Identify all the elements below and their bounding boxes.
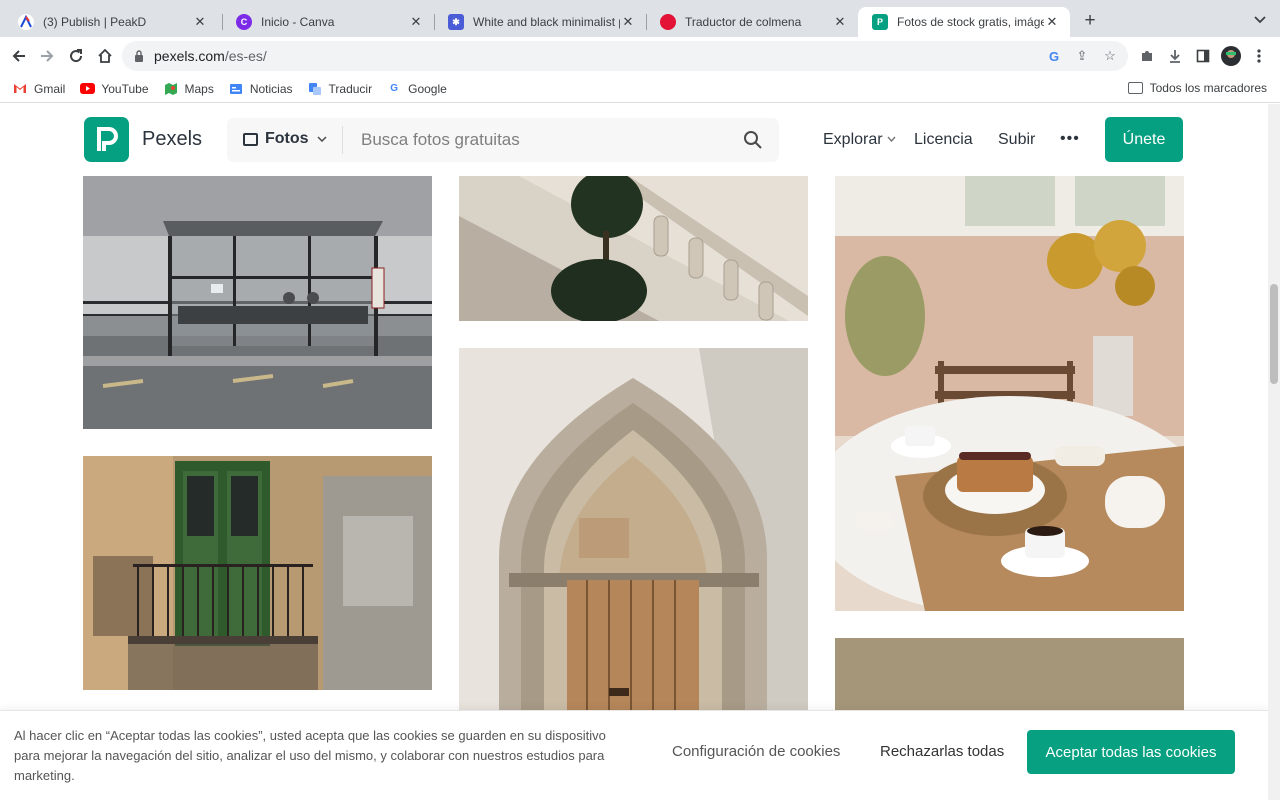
- close-tab-icon[interactable]: ✕: [832, 14, 848, 30]
- home-icon[interactable]: [94, 45, 116, 67]
- bookmark-google[interactable]: G Google: [386, 81, 447, 97]
- maps-icon: [163, 81, 179, 97]
- reload-icon[interactable]: [65, 45, 87, 67]
- search-bar[interactable]: Fotos Busca fotos gratuitas: [227, 118, 779, 162]
- canva-design-icon: ✱: [448, 14, 464, 30]
- bookmark-translate[interactable]: Traducir: [307, 81, 372, 97]
- tab-hive-translator[interactable]: Traductor de colmena ✕: [646, 7, 858, 37]
- all-bookmarks[interactable]: Todos los marcadores: [1127, 81, 1267, 95]
- image-icon: [243, 132, 258, 146]
- nav-upload[interactable]: Subir: [998, 131, 1035, 149]
- close-tab-icon[interactable]: ✕: [620, 14, 636, 30]
- side-panel-icon[interactable]: [1192, 45, 1214, 67]
- photo-bus-shelter[interactable]: [83, 176, 432, 429]
- tab-strip: (3) Publish | PeakD ✕ C Inicio - Canva ✕…: [0, 0, 1280, 37]
- photo-breakfast-table[interactable]: [835, 176, 1184, 611]
- hive-icon: [660, 14, 676, 30]
- join-button[interactable]: Únete: [1105, 117, 1183, 162]
- nav-license[interactable]: Licencia: [914, 131, 973, 149]
- forward-icon[interactable]: [36, 45, 58, 67]
- tab-pexels[interactable]: P Fotos de stock gratis, imágenes ✕: [858, 7, 1070, 37]
- close-tab-icon[interactable]: ✕: [192, 14, 208, 30]
- bookmarks-bar: Gmail YouTube Maps Noticias Traducir G G…: [0, 75, 1280, 103]
- extensions-icon[interactable]: [1136, 45, 1158, 67]
- photo-stone-staircase[interactable]: [459, 176, 808, 321]
- gmail-icon: [12, 81, 28, 97]
- browser-toolbar: pexels.com/es-es/ G ⇪ ☆: [0, 37, 1280, 75]
- bookmark-star-icon[interactable]: ☆: [1102, 48, 1118, 64]
- youtube-icon: [79, 81, 95, 97]
- new-tab-icon[interactable]: +: [1080, 10, 1100, 31]
- page-content: Pexels Fotos Busca fotos gratuitas Explo…: [0, 104, 1268, 800]
- address-bar[interactable]: pexels.com/es-es/ G ⇪ ☆: [122, 41, 1128, 71]
- more-options-icon[interactable]: •••: [1060, 130, 1080, 148]
- download-icon[interactable]: [1164, 45, 1186, 67]
- nav-explore[interactable]: Explorar: [823, 131, 883, 149]
- google-icon: G: [390, 83, 398, 94]
- close-tab-icon[interactable]: ✕: [408, 14, 424, 30]
- chrome-menu-icon[interactable]: [1248, 45, 1270, 67]
- profile-avatar[interactable]: [1220, 45, 1242, 67]
- photo-green-balcony-door[interactable]: [83, 456, 432, 690]
- cookie-message: Al hacer clic en “Aceptar todas las cook…: [14, 728, 606, 783]
- chevron-down-icon: [317, 133, 327, 145]
- tab-peakd[interactable]: (3) Publish | PeakD ✕: [4, 7, 218, 37]
- tab-search-chevron-icon[interactable]: [1252, 12, 1268, 28]
- url-text: pexels.com/es-es/: [154, 48, 267, 64]
- search-icon[interactable]: [743, 130, 763, 150]
- chevron-down-icon: [887, 134, 896, 145]
- tab-title: White and black minimalist pro: [473, 15, 620, 29]
- cookie-banner: Al hacer clic en “Aceptar todas las cook…: [0, 710, 1268, 800]
- tab-title: Fotos de stock gratis, imágenes: [897, 15, 1044, 29]
- search-input[interactable]: Busca fotos gratuitas: [361, 130, 520, 150]
- share-icon[interactable]: ⇪: [1074, 48, 1090, 64]
- bookmark-news[interactable]: Noticias: [228, 81, 293, 97]
- bookmark-maps[interactable]: Maps: [163, 81, 214, 97]
- canva-icon: C: [236, 14, 252, 30]
- tab-canva[interactable]: C Inicio - Canva ✕: [222, 7, 434, 37]
- page-scrollbar[interactable]: [1268, 104, 1280, 800]
- tab-title: (3) Publish | PeakD: [43, 15, 147, 29]
- site-header: Pexels Fotos Busca fotos gratuitas Explo…: [0, 104, 1268, 176]
- photo-gothic-arch-door[interactable]: [459, 348, 808, 710]
- tab-canva-design[interactable]: ✱ White and black minimalist pro ✕: [434, 7, 646, 37]
- accept-cookies-button[interactable]: Aceptar todas las cookies: [1027, 730, 1235, 774]
- photo-beige-wall[interactable]: [835, 638, 1184, 710]
- close-tab-icon[interactable]: ✕: [1044, 14, 1060, 30]
- bookmark-gmail[interactable]: Gmail: [12, 81, 65, 97]
- peakd-icon: [18, 14, 34, 30]
- tab-title: Inicio - Canva: [261, 15, 335, 29]
- tab-title: Traductor de colmena: [685, 15, 802, 29]
- reject-cookies-button[interactable]: Rechazarlas todas: [880, 743, 1004, 760]
- translate-icon: [307, 81, 323, 97]
- cookie-settings-link[interactable]: Configuración de cookies: [672, 743, 840, 760]
- folder-icon: [1127, 82, 1143, 94]
- scrollbar-thumb[interactable]: [1270, 284, 1278, 384]
- pexels-icon: P: [872, 14, 888, 30]
- lock-icon: [135, 50, 143, 62]
- back-icon[interactable]: [8, 45, 30, 67]
- pexels-logo-icon[interactable]: [84, 117, 129, 162]
- search-type-dropdown[interactable]: Fotos: [243, 130, 327, 148]
- site-name[interactable]: Pexels: [142, 128, 202, 151]
- google-lens-icon[interactable]: G: [1046, 48, 1062, 64]
- news-icon: [228, 81, 244, 97]
- bookmark-youtube[interactable]: YouTube: [79, 81, 149, 97]
